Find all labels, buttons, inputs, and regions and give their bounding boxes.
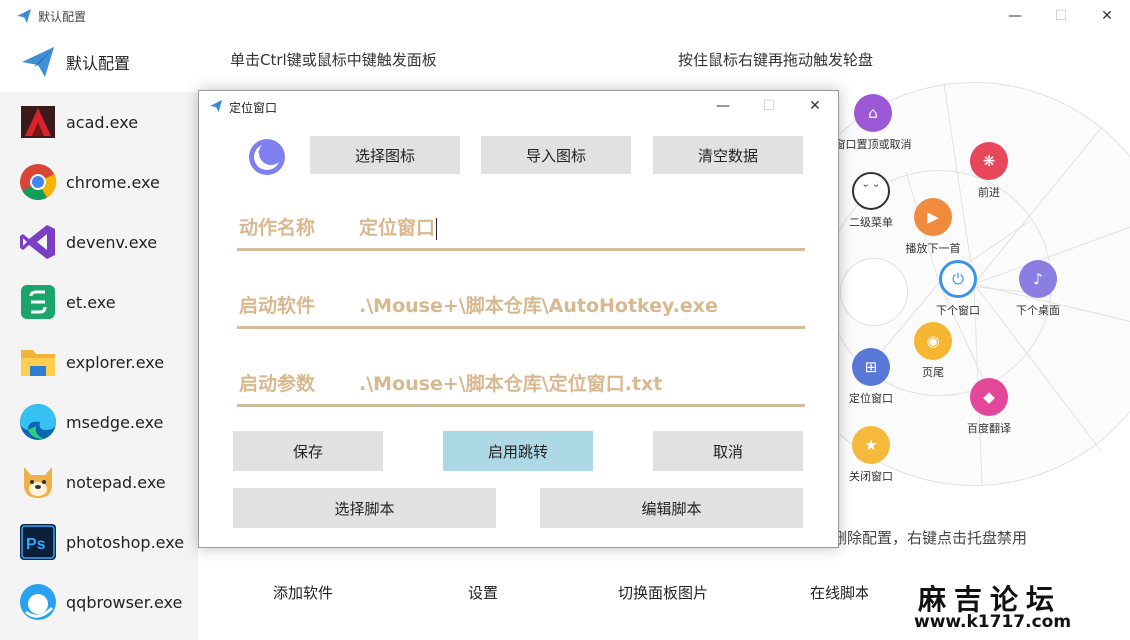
wheel-item-next-window[interactable]: ⏻ 下个窗口: [915, 260, 1001, 318]
sidebar-item-explorer[interactable]: explorer.exe: [0, 332, 198, 392]
sidebar-item-label: msedge.exe: [66, 412, 164, 432]
text-caret: [436, 217, 438, 240]
locate-window-dialog: 定位窗口 — ☐ ✕ 选择图标 导入图标 清空数据 动作名称 定位窗口 启动软件…: [198, 90, 839, 548]
action-name-field[interactable]: 动作名称 定位窗口: [237, 195, 805, 251]
hint-wheel: 按住鼠标右键再拖动触发轮盘: [678, 51, 874, 69]
chrome-icon: [18, 162, 58, 202]
pin-window-icon: ⌂: [854, 94, 892, 132]
wheel-item-baidu-translate[interactable]: ◆ 百度翻译: [946, 378, 1032, 436]
wps-sheet-icon: [18, 282, 58, 322]
paper-plane-icon: [17, 9, 31, 23]
switch-panel-image-button[interactable]: 切换面板图片: [588, 572, 738, 612]
dialog-title: 定位窗口: [229, 101, 278, 115]
star-close-icon: ★: [852, 426, 890, 464]
launch-app-label: 启动软件: [239, 295, 316, 317]
edge-icon: [18, 402, 58, 442]
autocad-icon: [18, 102, 58, 142]
hint-ctrl-panel: 单击Ctrl键或鼠标中键触发面板: [230, 51, 437, 69]
edit-script-button[interactable]: 编辑脚本: [540, 488, 803, 528]
paper-plane-icon: [209, 99, 223, 113]
launch-args-label: 启动参数: [239, 373, 316, 395]
music-icon: ♪: [1019, 260, 1057, 298]
wheel-item-pin-window[interactable]: ⌂ 窗口置顶或取消: [830, 94, 916, 152]
sidebar-item-label: et.exe: [66, 292, 116, 312]
sidebar-item-label: devenv.exe: [66, 232, 158, 252]
sidebar-item-chrome[interactable]: chrome.exe: [0, 152, 198, 212]
add-software-button[interactable]: 添加软件: [228, 572, 378, 612]
sidebar-item-label: qqbrowser.exe: [66, 592, 183, 612]
photoshop-icon: Ps: [18, 522, 58, 562]
maximize-button[interactable]: ☐: [1038, 0, 1084, 32]
paper-plane-icon: [18, 42, 58, 82]
qqbrowser-icon: [18, 582, 58, 622]
launch-args-input[interactable]: .\Mouse+\脚本仓库\定位窗口.txt: [359, 369, 662, 396]
dialog-minimize-button[interactable]: —: [700, 91, 746, 121]
sidebar-item-label: acad.exe: [66, 112, 139, 132]
sidebar-item-photoshop[interactable]: Ps photoshop.exe: [0, 512, 198, 572]
translate-icon: ◆: [970, 378, 1008, 416]
import-icon-button[interactable]: 导入图标: [481, 136, 631, 174]
wheel-item-next-desktop[interactable]: ♪ 下个桌面: [995, 260, 1081, 318]
svg-text:Ps: Ps: [26, 536, 46, 553]
dialog-titlebar: 定位窗口 — ☐ ✕: [199, 91, 838, 121]
launch-app-field[interactable]: 启动软件 .\Mouse+\脚本仓库\AutoHotkey.exe: [237, 273, 805, 329]
enable-jump-button[interactable]: 启用跳转: [443, 431, 593, 471]
forward-icon: ❋: [970, 142, 1008, 180]
play-next-icon: ▶: [914, 198, 952, 236]
wheel-item-forward[interactable]: ❋ 前进: [946, 142, 1032, 200]
sidebar-item-default-config[interactable]: 默认配置: [0, 32, 198, 92]
sidebar-item-msedge[interactable]: msedge.exe: [0, 392, 198, 452]
wheel-item-play-next[interactable]: ▶ 播放下一首: [890, 198, 976, 256]
dog-icon: [18, 462, 58, 502]
watermark: 麻吉论坛 www.k1717.com: [868, 572, 1100, 640]
sidebar-item-label: chrome.exe: [66, 172, 160, 192]
bulb-icon: ◉: [914, 322, 952, 360]
sidebar-item-label: photoshop.exe: [66, 532, 185, 552]
cancel-button[interactable]: 取消: [653, 431, 803, 471]
close-button[interactable]: ✕: [1084, 0, 1130, 32]
sidebar-item-devenv[interactable]: devenv.exe: [0, 212, 198, 272]
settings-button[interactable]: 设置: [408, 572, 558, 612]
choose-icon-button[interactable]: 选择图标: [310, 136, 460, 174]
wheel-center[interactable]: [840, 258, 908, 326]
sidebar-item-qqbrowser[interactable]: qqbrowser.exe: [0, 572, 198, 632]
wheel-item-locate-window[interactable]: ⊞ 定位窗口: [828, 348, 914, 406]
minimize-button[interactable]: —: [992, 0, 1038, 32]
folder-icon: [18, 342, 58, 382]
wheel-item-close-window[interactable]: ★ 关闭窗口: [828, 426, 914, 484]
clear-data-button[interactable]: 清空数据: [653, 136, 803, 174]
launch-app-input[interactable]: .\Mouse+\脚本仓库\AutoHotkey.exe: [359, 291, 718, 318]
save-button[interactable]: 保存: [233, 431, 383, 471]
power-icon: ⏻: [939, 260, 977, 298]
sidebar-item-acad[interactable]: acad.exe: [0, 92, 198, 152]
visual-studio-icon: [18, 222, 58, 262]
sidebar-item-et[interactable]: et.exe: [0, 272, 198, 332]
main-titlebar: 默认配置 — ☐ ✕: [0, 0, 1130, 32]
sidebar-item-notepad[interactable]: notepad.exe: [0, 452, 198, 512]
bilibili-icon: ˘ ˘: [852, 172, 890, 210]
watermark-url: www.k1717.com: [914, 612, 1072, 632]
locate-window-icon: ⊞: [852, 348, 890, 386]
bottom-hint: 删除配置，右键点击托盘禁用: [832, 529, 1028, 547]
sidebar-item-label: 默认配置: [66, 54, 131, 73]
dialog-close-button[interactable]: ✕: [792, 91, 838, 121]
action-name-label: 动作名称: [239, 217, 316, 239]
main-window-title: 默认配置: [38, 10, 87, 24]
choose-script-button[interactable]: 选择脚本: [233, 488, 496, 528]
sidebar-item-label: explorer.exe: [66, 352, 165, 372]
action-name-input[interactable]: 定位窗口: [359, 217, 435, 239]
dialog-maximize-button[interactable]: ☐: [746, 91, 792, 121]
launch-args-field[interactable]: 启动参数 .\Mouse+\脚本仓库\定位窗口.txt: [237, 351, 805, 407]
moon-icon[interactable]: [247, 137, 287, 177]
sidebar-item-label: notepad.exe: [66, 472, 166, 492]
sidebar: 默认配置 acad.exe chrome.exe devenv.exe et.e…: [0, 32, 198, 640]
